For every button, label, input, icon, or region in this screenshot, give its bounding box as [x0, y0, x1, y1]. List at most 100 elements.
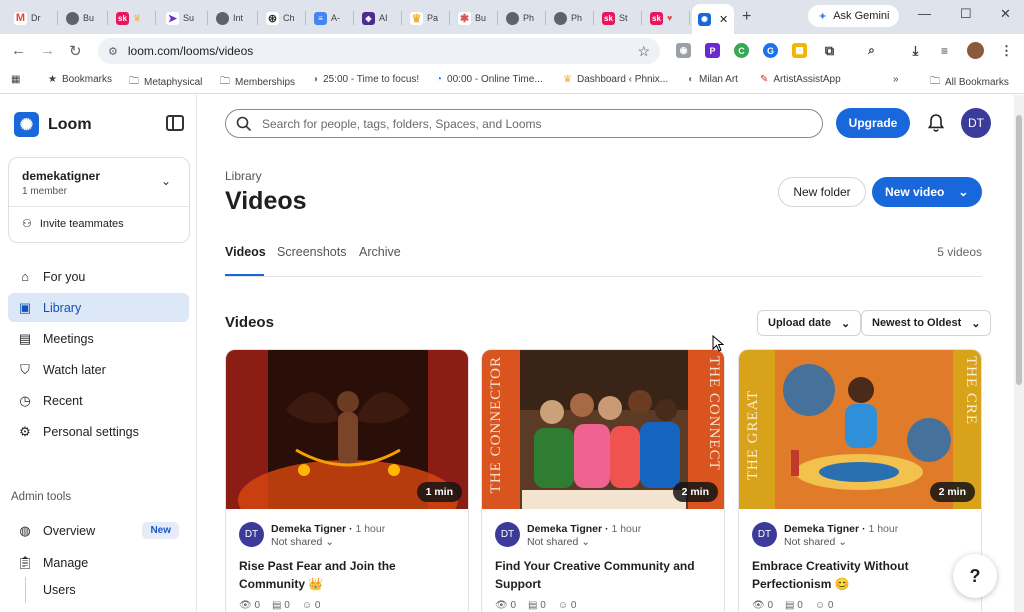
new-tab-button[interactable]: +: [742, 8, 751, 26]
video-thumbnail[interactable]: THE CONNECTOR THE CONNECT 2 min: [482, 350, 724, 509]
bookmarks-more-icon[interactable]: »: [893, 74, 899, 85]
sidebar-item-manage[interactable]: 📋︎ Manage: [8, 548, 189, 577]
new-video-button[interactable]: New video ⌄: [872, 177, 982, 207]
browser-tab[interactable]: sk ♛: [110, 6, 156, 30]
extension-p-icon[interactable]: P: [705, 43, 720, 58]
minimize-icon[interactable]: —: [918, 6, 931, 21]
browser-tab[interactable]: Bu: [60, 6, 108, 30]
bookmark-item[interactable]: ◔ 00:00 - Online Time...: [436, 74, 543, 85]
download-icon[interactable]: ⤓: [908, 43, 923, 58]
video-thumbnail[interactable]: 1 min: [226, 350, 468, 509]
camera-icon[interactable]: ◉: [676, 43, 691, 58]
loom-logo-icon: ✺: [14, 112, 39, 137]
bookmark-item[interactable]: ★ Bookmarks: [48, 74, 112, 85]
url-text: loom.com/looms/videos: [127, 44, 254, 58]
sort-filter-dropdown[interactable]: Upload date ⌄: [757, 310, 862, 336]
search-input[interactable]: [262, 116, 782, 131]
invite-teammates-button[interactable]: ⚇ Invite teammates: [22, 217, 124, 231]
page-scrollbar[interactable]: [1014, 95, 1024, 612]
scrollbar-thumb[interactable]: [1016, 115, 1022, 385]
chevron-down-icon[interactable]: ⌄: [161, 174, 171, 188]
video-thumbnail[interactable]: THE GREAT THE CRE 2 min: [739, 350, 981, 509]
ask-gemini-button[interactable]: ✦ Ask Gemini: [808, 5, 900, 27]
sidebar-item-meetings[interactable]: ▤ Meetings: [8, 324, 189, 353]
all-bookmarks[interactable]: 🗀 All Bookmarks: [930, 74, 1009, 91]
video-card[interactable]: THE GREAT THE CRE 2 min DT Demeka Tigner…: [738, 349, 982, 612]
search-bar[interactable]: [225, 109, 823, 138]
browser-tab[interactable]: Ph: [500, 6, 546, 30]
loom-brand[interactable]: ✺ Loom: [14, 112, 92, 137]
collapse-sidebar-icon[interactable]: [166, 115, 184, 131]
video-card[interactable]: THE CONNECTOR THE CONNECT 2 min DT Demek…: [481, 349, 725, 612]
window-close-icon[interactable]: ✕: [1000, 6, 1011, 22]
video-title[interactable]: Find Your Creative Community and Support: [495, 557, 715, 593]
video-title[interactable]: Rise Past Fear and Join the Community 👑: [239, 557, 459, 593]
forward-icon[interactable]: →: [40, 42, 55, 59]
browser-tab[interactable]: ➤ Su: [160, 6, 208, 30]
extension-c-icon[interactable]: C: [734, 43, 749, 58]
browser-tab[interactable]: Ph: [548, 6, 594, 30]
share-status-dropdown[interactable]: Not shared ⌄: [527, 536, 590, 548]
browser-tab[interactable]: M Dr: [8, 6, 58, 30]
docs-icon: ≡: [314, 11, 327, 25]
chevron-down-icon: ⌄: [840, 317, 851, 330]
menu-kebab-icon[interactable]: ⋮: [999, 43, 1014, 58]
bookmark-item[interactable]: ♛ Dashboard ‹ Phnix...: [563, 74, 668, 85]
browser-tab[interactable]: ♛ Pa: [404, 6, 450, 30]
help-button[interactable]: ?: [953, 554, 997, 598]
browser-tab[interactable]: sk St: [596, 6, 642, 30]
browser-tab[interactable]: Int: [210, 6, 258, 30]
sidebar-item-overview[interactable]: ◍ Overview New: [8, 516, 189, 545]
back-icon[interactable]: ←: [11, 42, 26, 59]
sidebar-item-users[interactable]: Users: [25, 577, 76, 603]
chevron-down-icon: ⌄: [325, 536, 335, 548]
site-info-icon[interactable]: ⚙: [108, 45, 118, 58]
workspace-switcher[interactable]: demekatigner 1 member ⌄ ⚇ Invite teammat…: [8, 157, 190, 243]
maximize-icon[interactable]: ☐: [960, 6, 972, 22]
bookmark-item[interactable]: ◐ Milan Art: [688, 74, 738, 85]
bookmark-item[interactable]: 🗀 Metaphysical: [129, 74, 202, 91]
tab-screenshots[interactable]: Screenshots: [277, 245, 346, 259]
bookmark-item[interactable]: 🗀 Memberships: [220, 74, 295, 91]
upgrade-button[interactable]: Upgrade: [836, 108, 910, 138]
address-bar[interactable]: ⚙ loom.com/looms/videos ☆: [98, 38, 660, 64]
home-icon: ⌂: [21, 269, 29, 284]
browser-tab[interactable]: ≡ A-: [308, 6, 354, 30]
breadcrumb[interactable]: Library: [225, 169, 262, 183]
bookmark-star-icon[interactable]: ☆: [637, 43, 650, 60]
bookmark-item[interactable]: ✎ ArtistAssistApp: [760, 74, 841, 85]
share-status-dropdown[interactable]: Not shared ⌄: [271, 536, 334, 548]
extensions-puzzle-icon[interactable]: ⧉: [822, 43, 837, 58]
video-author: Demeka Tigner · 1 hour: [527, 523, 642, 535]
browser-tab[interactable]: ⊛ Ch: [260, 6, 306, 30]
folder-icon: 🗀: [220, 76, 230, 87]
apps-grid-icon[interactable]: ▦: [11, 74, 20, 85]
new-folder-button[interactable]: New folder: [778, 177, 866, 207]
sidebar-item-library[interactable]: ▣ Library: [8, 293, 189, 322]
profile-avatar[interactable]: [967, 42, 984, 59]
close-icon[interactable]: ✕: [719, 13, 728, 26]
tab-archive[interactable]: Archive: [359, 245, 401, 259]
media-icon[interactable]: ≡: [937, 43, 952, 58]
browser-tab[interactable]: ✱ Bu: [452, 6, 498, 30]
tab-videos[interactable]: Videos: [225, 245, 266, 259]
extension-y-icon[interactable]: ▦: [792, 43, 807, 58]
sidebar-item-for-you[interactable]: ⌂ For you: [8, 262, 189, 291]
sort-order-dropdown[interactable]: Newest to Oldest ⌄: [861, 310, 992, 336]
browser-tab[interactable]: sk ♥: [644, 6, 690, 30]
browser-tab[interactable]: ◈ AI: [356, 6, 402, 30]
video-card[interactable]: 1 min DT Demeka Tigner · 1 hour Not shar…: [225, 349, 469, 612]
chevron-down-icon[interactable]: ⌄: [958, 185, 968, 199]
browser-tab-active[interactable]: ✺ ✕: [692, 4, 734, 34]
tab-search-icon[interactable]: ⌕: [864, 43, 879, 58]
bell-icon[interactable]: [926, 113, 946, 133]
video-title[interactable]: Embrace Creativity Without Perfectionism…: [752, 557, 972, 593]
user-avatar[interactable]: DT: [961, 108, 991, 138]
share-status-dropdown[interactable]: Not shared ⌄: [784, 536, 847, 548]
extension-g-icon[interactable]: G: [763, 43, 778, 58]
sidebar-item-personal-settings[interactable]: ⚙ Personal settings: [8, 417, 189, 446]
reload-icon[interactable]: ↻: [69, 42, 82, 60]
bookmark-item[interactable]: ◑ 25:00 - Time to focus!: [312, 74, 419, 85]
sidebar-item-watch-later[interactable]: ⛉ Watch later: [8, 355, 189, 384]
sidebar-item-recent[interactable]: ◷ Recent: [8, 386, 189, 415]
